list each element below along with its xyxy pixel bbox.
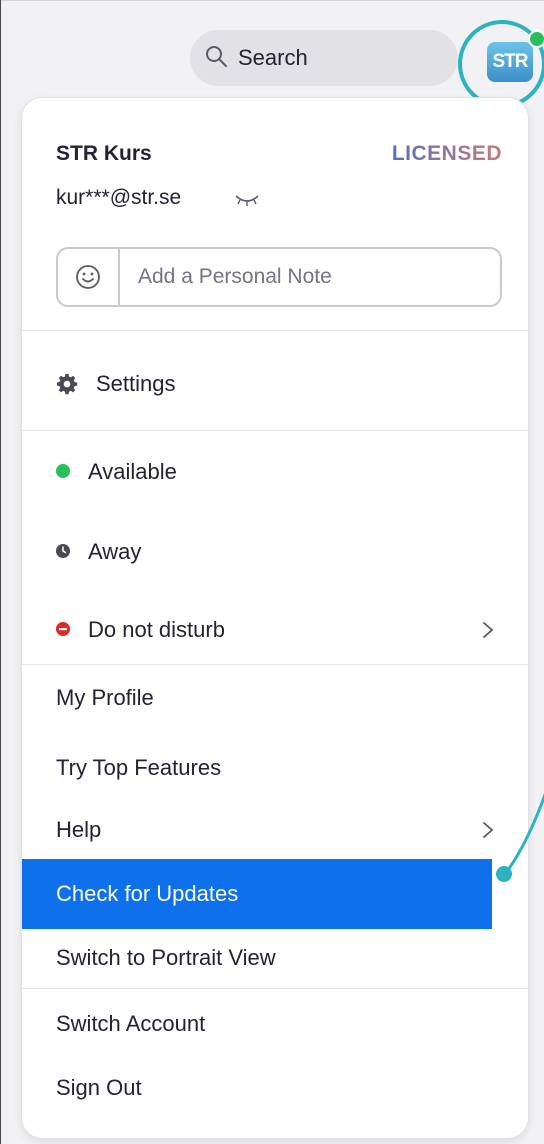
emoji-icon[interactable] — [74, 263, 102, 291]
menu-item-sign-out[interactable]: Sign Out — [22, 1060, 528, 1116]
personal-note-field[interactable]: Add a Personal Note — [56, 247, 502, 307]
divider — [22, 430, 528, 431]
available-status-dot — [56, 464, 70, 478]
avatar[interactable]: STR — [487, 42, 533, 82]
search-icon — [206, 46, 227, 67]
window-left-border — [0, 0, 1, 1144]
away-clock-icon — [56, 544, 70, 558]
menu-item-label: Help — [56, 817, 102, 842]
chevron-right-icon — [483, 822, 494, 838]
license-badge: LICENSED — [391, 142, 502, 165]
note-divider — [118, 249, 120, 305]
menu-item-try-top-features[interactable]: Try Top Features — [22, 740, 528, 796]
personal-note-placeholder: Add a Personal Note — [138, 265, 332, 288]
chevron-right-icon — [483, 622, 494, 638]
user-email: kur***@str.se — [56, 186, 182, 209]
status-label: Away — [88, 539, 142, 564]
menu-item-label: My Profile — [56, 685, 154, 710]
menu-item-switch-account[interactable]: Switch Account — [22, 996, 528, 1052]
menu-item-label: Switch to Portrait View — [56, 945, 276, 970]
menu-item-label: Try Top Features — [56, 755, 222, 780]
menu-item-label: Sign Out — [56, 1075, 142, 1100]
callout-pointer-dot — [496, 866, 512, 882]
search-button[interactable]: Search — [190, 30, 458, 86]
profile-menu-panel: STR Kurs LICENSED kur***@str.se Add a Pe… — [22, 98, 528, 1138]
menu-item-label: Switch Account — [56, 1011, 206, 1036]
status-do-not-disturb[interactable]: Do not disturb — [22, 602, 528, 658]
status-label: Available — [88, 459, 177, 484]
menu-item-check-for-updates[interactable]: Check for Updates — [22, 859, 492, 929]
divider — [22, 664, 528, 665]
callout-pointer-line — [506, 793, 544, 871]
menu-item-label: Check for Updates — [56, 881, 239, 906]
menu-item-help[interactable]: Help — [22, 802, 528, 858]
do-not-disturb-icon — [56, 622, 70, 636]
eye-hidden-icon[interactable] — [234, 192, 260, 208]
avatar-initials: STR — [492, 51, 529, 72]
status-away[interactable]: Away — [22, 524, 528, 580]
gear-icon — [56, 373, 78, 395]
menu-item-settings[interactable]: Settings — [22, 356, 528, 412]
divider — [22, 330, 528, 331]
menu-item-switch-portrait-view[interactable]: Switch to Portrait View — [22, 930, 528, 986]
user-name: STR Kurs — [56, 142, 152, 165]
online-status-dot — [528, 30, 544, 48]
search-label: Search — [238, 45, 308, 70]
divider — [22, 988, 528, 989]
status-label: Do not disturb — [88, 617, 225, 642]
menu-item-label: Settings — [96, 371, 176, 396]
status-available[interactable]: Available — [22, 444, 528, 500]
menu-item-my-profile[interactable]: My Profile — [22, 670, 528, 726]
